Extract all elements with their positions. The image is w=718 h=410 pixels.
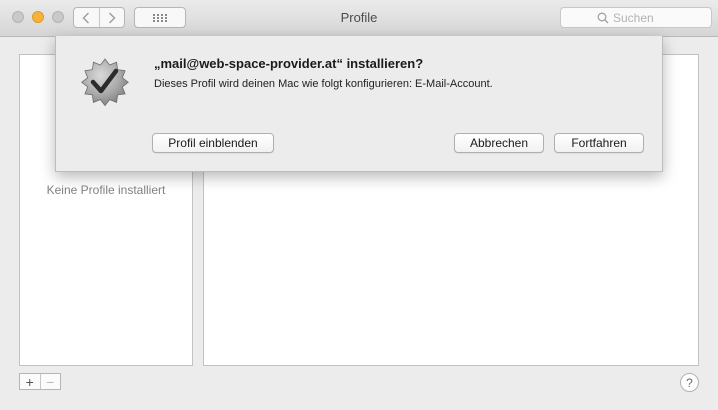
search-icon: [597, 12, 609, 23]
help-button[interactable]: ?: [680, 373, 699, 392]
sheet-title: „mail@web-space-provider.at“ installiere…: [154, 56, 424, 71]
show-profile-button[interactable]: Profil einblenden: [152, 133, 274, 153]
system-preferences-window: Profile Suchen Keine Profile installiert…: [0, 0, 718, 410]
checkmark-badge-icon: [81, 58, 129, 107]
no-profiles-label: Keine Profile installiert: [46, 183, 166, 197]
sheet-message: Dieses Profil wird deinen Mac wie folgt …: [154, 78, 493, 90]
search-field[interactable]: Suchen: [560, 7, 712, 28]
add-profile-button[interactable]: +: [20, 374, 40, 390]
cancel-button[interactable]: Abbrechen: [454, 133, 544, 153]
remove-profile-button[interactable]: −: [39, 374, 61, 390]
continue-button[interactable]: Fortfahren: [554, 133, 644, 153]
title-bar: Profile Suchen: [0, 0, 718, 37]
search-placeholder: Suchen: [613, 10, 654, 25]
install-profile-sheet: „mail@web-space-provider.at“ installiere…: [55, 36, 663, 172]
add-remove-buttons: + −: [19, 373, 61, 390]
